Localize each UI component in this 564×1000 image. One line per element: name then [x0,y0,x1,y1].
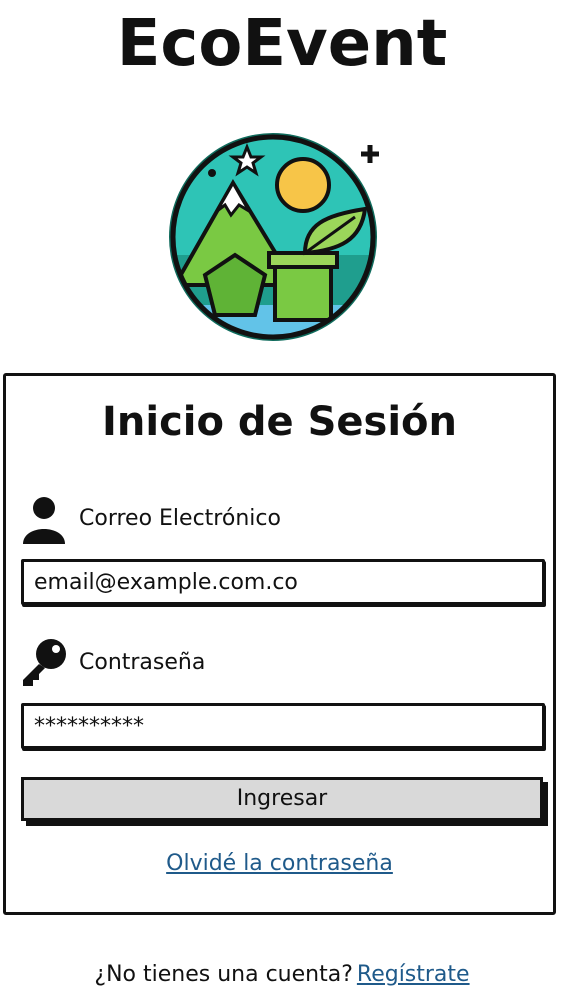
login-card: Inicio de Sesión Correo Electrónico emai… [3,373,556,915]
key-icon [21,638,67,688]
password-field[interactable]: ********** [21,703,545,749]
register-row: ¿No tienes una cuenta? Regístrate [0,960,564,990]
forgot-password-link[interactable]: Olvidé la contraseña [6,851,553,876]
email-field[interactable]: email@example.com.co [21,559,545,605]
password-value: ********** [34,713,144,739]
email-value: email@example.com.co [34,569,298,595]
submit-button[interactable]: Ingresar [21,777,543,821]
password-label-row: Contraseña [21,638,205,688]
register-link[interactable]: Regístrate [357,962,470,987]
email-label-row: Correo Electrónico [21,494,281,544]
password-label: Contraseña [79,650,206,675]
app-title: EcoEvent [116,7,448,81]
register-prompt: ¿No tienes una cuenta? [94,962,353,987]
logo-graphic [169,133,379,341]
email-label: Correo Electrónico [79,506,281,531]
login-title: Inicio de Sesión [102,399,457,445]
eco-landscape-logo [165,125,390,350]
user-icon [21,494,67,544]
